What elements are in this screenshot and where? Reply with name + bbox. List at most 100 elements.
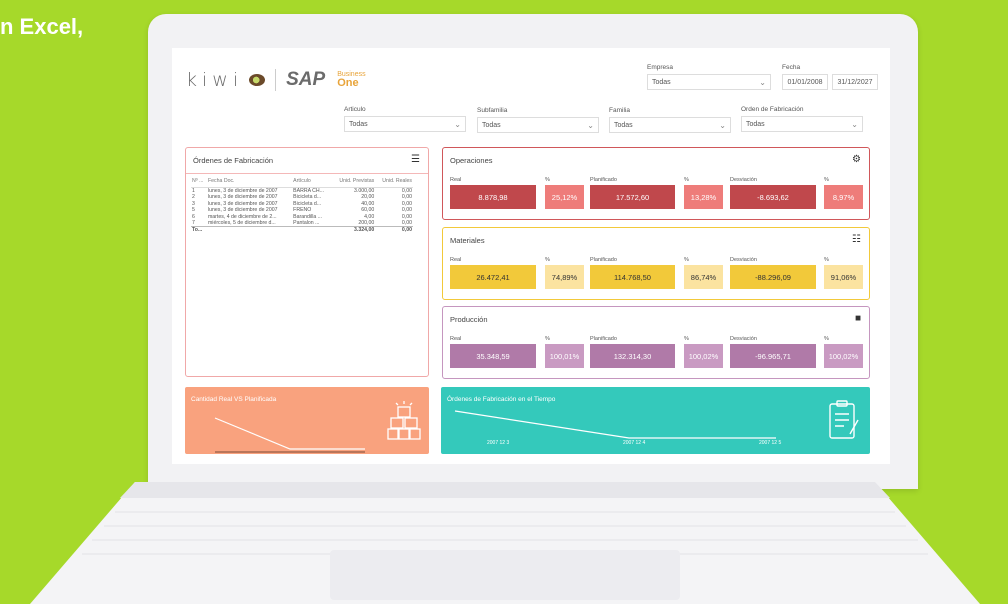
fecha-desde-input[interactable]: 01/01/2008: [782, 74, 828, 90]
brand-logo: kiwi SAP Business One: [186, 69, 366, 91]
sitemap-icon[interactable]: ☷: [852, 234, 861, 245]
cell-reales: 0,00: [401, 220, 412, 227]
cell-reales: 0,00: [401, 188, 412, 194]
empresa-value: Todas: [652, 78, 671, 86]
operaciones-pct2-kpi: % 13,28%: [684, 177, 723, 209]
produccion-pct2-kpi: % 100,02%: [684, 336, 723, 368]
articulo-select[interactable]: Todas ⌄: [344, 116, 466, 132]
filter-fecha-label: Fecha: [782, 64, 801, 71]
total-previstas: 3.324,00: [331, 226, 376, 234]
kpi-value: 8,97%: [824, 185, 863, 209]
empresa-select[interactable]: Todas ⌄: [647, 74, 771, 90]
produccion-plan-kpi: Planificado 132.314,30: [590, 336, 675, 368]
table-row[interactable]: 1 lunes, 3 de diciembre de 2007 BARRA CH…: [191, 188, 413, 195]
orden-select[interactable]: Todas ⌄: [741, 116, 863, 132]
cell-previstas: 200,00: [358, 220, 375, 227]
materiales-pct3-kpi: % 91,06%: [824, 257, 863, 289]
col-header-previstas[interactable]: Unid. Previstas: [331, 177, 376, 188]
col-header-articulo[interactable]: Artículo: [292, 177, 332, 188]
subfamilia-value: Todas: [482, 121, 501, 129]
operaciones-pct1-kpi: % 25,12%: [545, 177, 584, 209]
subfamilia-select[interactable]: Todas ⌄: [477, 117, 599, 133]
kpi-label: Planificado: [590, 336, 617, 342]
filter-empresa: Empresa Todas ⌄: [647, 64, 771, 90]
produccion-panel: Producción ■ Real 35.348,59 % 100,01% Pl…: [442, 306, 870, 379]
kpi-value: 86,74%: [684, 265, 723, 289]
kpi-value: 17.572,60: [590, 185, 675, 209]
kpi-label: %: [545, 336, 550, 342]
x-tick-label: 2007 12 4: [623, 440, 646, 446]
boxes-icon[interactable]: ■: [855, 313, 861, 324]
kpi-label: Planificado: [590, 177, 617, 183]
materiales-real-kpi: Real 26.472,41: [450, 257, 536, 289]
kpi-label: %: [684, 336, 689, 342]
cell-articulo: BARRA CH...: [293, 188, 324, 194]
filter-subfamilia: Subfamilia Todas ⌄: [477, 107, 599, 133]
materiales-desv-kpi: Desviación -88.296,09: [730, 257, 816, 289]
kpi-value: 100,01%: [545, 344, 584, 368]
x-tick-label: 2007 12 5: [759, 440, 782, 446]
table-row[interactable]: 7 miércoles, 5 de diciembre d... Pantalo…: [191, 220, 413, 227]
col-header-num[interactable]: Nº ...: [191, 177, 207, 188]
dashboard-screen: kiwi SAP Business One Empresa Todas ⌄ Fe…: [172, 48, 890, 464]
kpi-label: Desviación: [730, 257, 757, 263]
filter-orden: Orden de Fabricación Todas ⌄: [741, 106, 863, 132]
kpi-value: 13,28%: [684, 185, 723, 209]
table-total-row: To... 3.324,00 0,00: [191, 226, 413, 234]
produccion-real-kpi: Real 35.348,59: [450, 336, 536, 368]
chevron-down-icon: ⌄: [759, 77, 766, 87]
kpi-label: %: [684, 177, 689, 183]
logo-divider: [275, 69, 277, 91]
cell-num: 7: [192, 220, 195, 227]
filter-empresa-label: Empresa: [647, 64, 674, 71]
sap-one-text: One: [337, 77, 359, 89]
cell-previstas: 3.000,00: [354, 188, 375, 194]
materiales-pct2-kpi: % 86,74%: [684, 257, 723, 289]
users-gear-icon[interactable]: ⚙: [852, 154, 861, 165]
operaciones-real-kpi: Real 8.878,98: [450, 177, 536, 209]
kpi-value: 26.472,41: [450, 265, 536, 289]
produccion-desv-kpi: Desviación -96.965,71: [730, 336, 816, 368]
col-header-reales[interactable]: Unid. Reales: [375, 177, 413, 188]
fecha-hasta-input[interactable]: 31/12/2027: [832, 74, 878, 90]
ordenes-title: Órdenes de Fabricación: [193, 156, 274, 165]
kpi-label: Real: [450, 257, 462, 263]
kpi-label: %: [545, 177, 550, 183]
filter-subfamilia-label: Subfamilia: [477, 107, 508, 114]
tiempo-card[interactable]: Órdenes de Fabricación en el Tiempo 2007…: [441, 387, 870, 454]
kpi-value: 8.878,98: [450, 185, 536, 209]
kpi-label: %: [824, 177, 829, 183]
kpi-label: %: [824, 257, 829, 263]
filter-familia-label: Familia: [609, 107, 630, 114]
produccion-pct3-kpi: % 100,02%: [824, 336, 863, 368]
familia-select[interactable]: Todas ⌄: [609, 117, 731, 133]
total-label: To...: [191, 226, 207, 234]
kpi-value: 91,06%: [824, 265, 863, 289]
chevron-down-icon: ⌄: [851, 119, 858, 129]
kiwi-fruit-icon: [249, 74, 266, 86]
kpi-label: %: [824, 336, 829, 342]
chevron-down-icon: ⌄: [587, 120, 594, 130]
materiales-plan-kpi: Planificado 114.768,50: [590, 257, 675, 289]
sap-business-one-text: Business One: [337, 71, 365, 89]
operaciones-title: Operaciones: [450, 156, 493, 165]
materiales-panel: Materiales ☷ Real 26.472,41 % 74,89% Pla…: [442, 227, 870, 300]
kpi-label: Real: [450, 177, 462, 183]
clipboard-icon: [829, 400, 859, 439]
x-tick-label: 2007 12 3: [487, 440, 510, 446]
operaciones-panel: Operaciones ⚙ Real 8.878,98 % 25,12% Pla…: [442, 147, 870, 220]
kpi-value: 25,12%: [545, 185, 584, 209]
produccion-pct1-kpi: % 100,01%: [545, 336, 584, 368]
col-header-fecha[interactable]: Fecha Doc.: [206, 177, 293, 188]
kpi-label: Desviación: [730, 336, 757, 342]
filter-familia: Familia Todas ⌄: [609, 107, 731, 133]
kpi-value: 132.314,30: [590, 344, 675, 368]
operaciones-desv-kpi: Desviación -8.693,62: [730, 177, 816, 209]
list-icon[interactable]: ☰: [411, 154, 420, 165]
filter-articulo: Articulo Todas ⌄: [344, 106, 466, 132]
cantidad-card[interactable]: Cantidad Real VS Planificada: [185, 387, 429, 454]
sap-logo-text: SAP: [286, 69, 326, 90]
kpi-value: 100,02%: [824, 344, 863, 368]
ordenes-divider: [186, 173, 428, 174]
kiwi-logo-text: kiwi: [186, 69, 244, 91]
